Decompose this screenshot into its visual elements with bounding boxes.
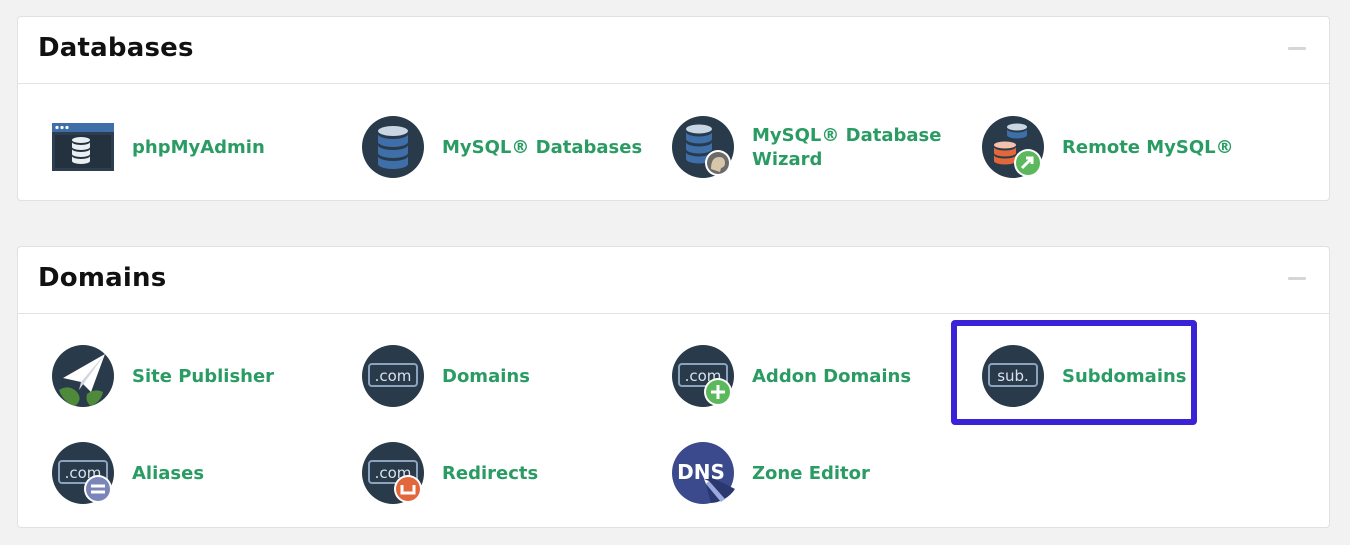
databases-panel: Databases phpMyAdmin MySQL® Databases My… bbox=[17, 16, 1330, 201]
zone-editor-icon-text: DNS bbox=[677, 460, 725, 484]
databases-panel-title: Databases bbox=[38, 33, 194, 63]
aliases-icon: .com bbox=[51, 441, 115, 505]
phpmyadmin-label: phpMyAdmin bbox=[132, 137, 265, 158]
mysql-databases-icon bbox=[361, 115, 425, 179]
zone-editor-link[interactable]: DNS Zone Editor bbox=[671, 441, 961, 507]
domains-panel-header: Domains bbox=[18, 247, 1329, 314]
zone-editor-label: Zone Editor bbox=[752, 463, 870, 484]
domains-collapse-button[interactable] bbox=[1288, 277, 1306, 280]
remote-mysql-label: Remote MySQL® bbox=[1062, 137, 1234, 158]
databases-panel-header: Databases bbox=[18, 17, 1329, 84]
zone-editor-icon: DNS bbox=[671, 441, 735, 505]
domains-label: Domains bbox=[442, 366, 530, 387]
mysql-wizard-link[interactable]: MySQL® Database Wizard bbox=[671, 115, 961, 181]
domains-icon: .com bbox=[361, 344, 425, 408]
addon-domains-link[interactable]: .com Addon Domains bbox=[671, 344, 961, 410]
mysql-databases-label: MySQL® Databases bbox=[442, 137, 643, 158]
databases-collapse-button[interactable] bbox=[1288, 47, 1306, 50]
mysql-wizard-icon bbox=[671, 115, 735, 179]
site-publisher-link[interactable]: Site Publisher bbox=[51, 344, 341, 410]
mysql-wizard-label: MySQL® Database Wizard bbox=[752, 125, 942, 170]
remote-mysql-link[interactable]: Remote MySQL® bbox=[981, 115, 1271, 181]
domains-icon-text: .com bbox=[375, 367, 412, 385]
subdomains-highlight-box bbox=[951, 320, 1197, 425]
phpmyadmin-icon bbox=[51, 115, 115, 179]
addon-domains-icon: .com bbox=[671, 344, 735, 408]
redirects-icon: .com bbox=[361, 441, 425, 505]
addon-domains-label: Addon Domains bbox=[752, 366, 912, 387]
site-publisher-label: Site Publisher bbox=[132, 366, 275, 387]
domains-panel-title: Domains bbox=[38, 263, 167, 293]
mysql-databases-link[interactable]: MySQL® Databases bbox=[361, 115, 651, 181]
phpmyadmin-link[interactable]: phpMyAdmin bbox=[51, 115, 341, 181]
redirects-link[interactable]: .com Redirects bbox=[361, 441, 651, 507]
remote-mysql-icon bbox=[981, 115, 1045, 179]
site-publisher-icon bbox=[51, 344, 115, 408]
aliases-link[interactable]: .com Aliases bbox=[51, 441, 341, 507]
redirects-label: Redirects bbox=[442, 463, 539, 484]
domains-link[interactable]: .com Domains bbox=[361, 344, 651, 410]
aliases-label: Aliases bbox=[132, 463, 205, 484]
